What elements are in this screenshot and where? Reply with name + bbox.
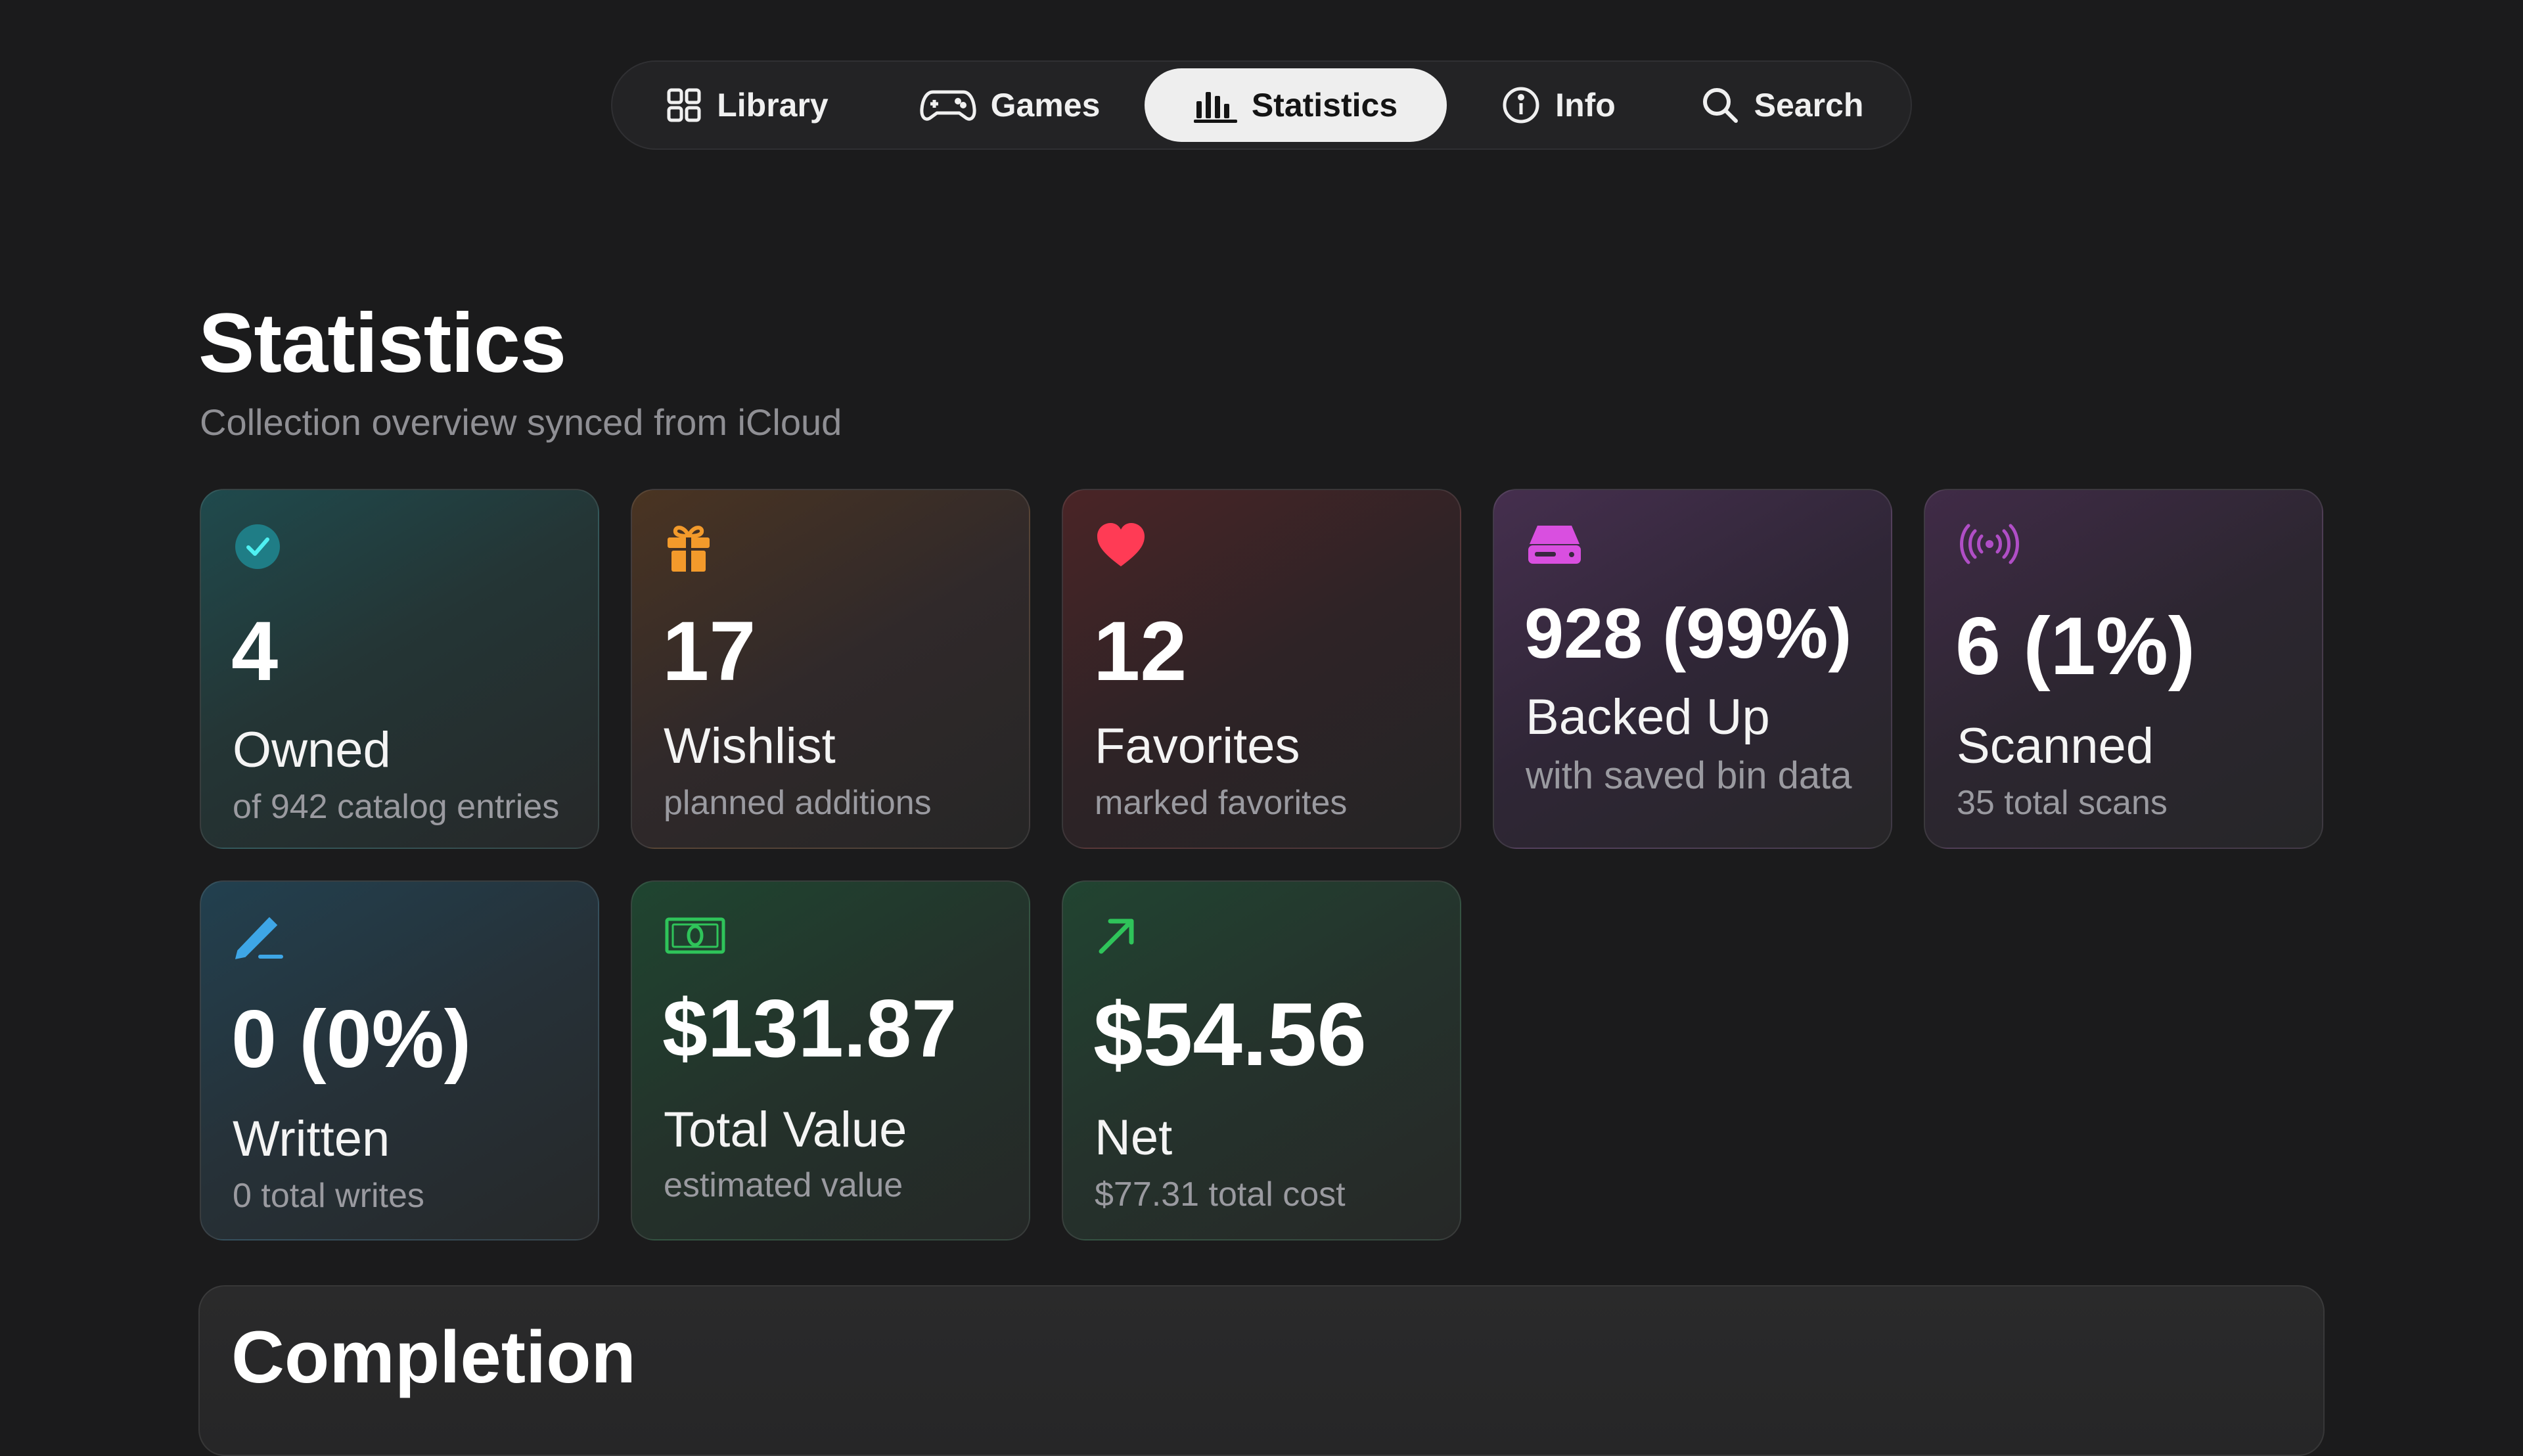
stat-label: Written <box>233 1111 390 1167</box>
magnifier-icon <box>1700 85 1740 125</box>
info-circle-icon <box>1501 85 1541 125</box>
stat-card-wishlist[interactable]: 17 Wishlist planned additions <box>631 489 1030 849</box>
stat-subtitle: 0 total writes <box>233 1177 424 1215</box>
completion-panel: Completion <box>198 1285 2325 1456</box>
stat-label: Net <box>1095 1110 1173 1166</box>
stat-card-written[interactable]: 0 (0%) Written 0 total writes <box>200 880 599 1240</box>
grid-icon <box>666 87 702 124</box>
bar-chart-icon <box>1193 87 1237 124</box>
stat-subtitle: marked favorites <box>1095 784 1348 822</box>
tab-library-label: Library <box>717 87 829 124</box>
broadcast-icon <box>1958 523 2019 576</box>
stat-value: 0 (0%) <box>231 994 472 1085</box>
page-subtitle: Collection overview synced from iCloud <box>200 401 842 443</box>
stat-subtitle: $77.31 total cost <box>1095 1175 1346 1214</box>
stat-subtitle: of 942 catalog entries <box>233 788 560 826</box>
stat-label: Favorites <box>1095 718 1300 774</box>
checkmark-circle-icon <box>234 523 286 576</box>
tab-statistics[interactable]: Statistics <box>1145 68 1447 142</box>
stat-label: Wishlist <box>664 718 836 774</box>
stat-card-scanned[interactable]: 6 (1%) Scanned 35 total scans <box>1924 489 2323 849</box>
tab-search-label: Search <box>1754 87 1864 124</box>
tab-library[interactable]: Library <box>639 68 855 142</box>
stat-value: 928 (99%) <box>1524 593 1852 673</box>
top-tab-bar: Library Games Statistics Info Search <box>611 60 1912 150</box>
completion-title: Completion <box>231 1316 636 1398</box>
stat-subtitle: with saved bin data <box>1526 754 1852 797</box>
stat-value: 17 <box>662 604 756 698</box>
drive-icon <box>1527 523 1581 576</box>
stat-card-net[interactable]: $54.56 Net $77.31 total cost <box>1062 880 1461 1240</box>
stat-subtitle: 35 total scans <box>1957 784 2168 822</box>
stat-card-total-value[interactable]: $131.87 Total Value estimated value <box>631 880 1030 1240</box>
stat-subtitle: estimated value <box>664 1166 903 1204</box>
tab-games[interactable]: Games <box>901 68 1118 142</box>
stat-value: $131.87 <box>662 984 957 1074</box>
stat-label: Total Value <box>664 1102 907 1158</box>
pencil-icon <box>234 915 286 967</box>
stat-value: 4 <box>231 604 279 698</box>
stat-value: 12 <box>1093 604 1187 698</box>
tab-info[interactable]: Info <box>1466 68 1650 142</box>
heart-icon <box>1096 523 1148 576</box>
stat-card-favorites[interactable]: 12 Favorites marked favorites <box>1062 489 1461 849</box>
stat-card-backed-up[interactable]: 928 (99%) Backed Up with saved bin data <box>1493 489 1892 849</box>
banknote-icon <box>665 917 725 970</box>
gamepad-icon <box>920 87 976 124</box>
stat-label: Backed Up <box>1526 689 1770 745</box>
gift-icon <box>665 523 717 576</box>
tab-games-label: Games <box>990 87 1101 124</box>
stat-subtitle: planned additions <box>664 784 932 822</box>
page-title: Statistics <box>198 296 566 390</box>
stat-card-owned[interactable]: 4 Owned of 942 catalog entries <box>200 489 599 849</box>
tab-statistics-label: Statistics <box>1251 87 1398 124</box>
stat-label: Owned <box>233 722 391 778</box>
tab-search[interactable]: Search <box>1677 68 1887 142</box>
stat-value: $54.56 <box>1093 984 1367 1084</box>
arrow-up-right-icon <box>1096 915 1148 967</box>
stat-value: 6 (1%) <box>1955 601 2196 692</box>
tab-info-label: Info <box>1555 87 1616 124</box>
stat-label: Scanned <box>1957 718 2154 774</box>
